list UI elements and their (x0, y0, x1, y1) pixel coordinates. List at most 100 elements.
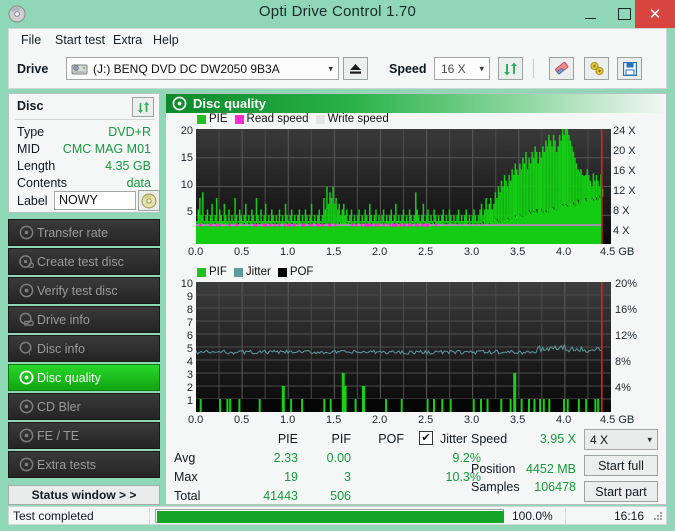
disc-length-value: 4.35 GB (105, 159, 151, 173)
legend-label-pif: PIF (209, 266, 227, 278)
sidebar-item-drive-info[interactable]: Drive info (8, 306, 160, 333)
sidebar-item-cd-bler[interactable]: CD Bler (8, 393, 160, 420)
cd-disc-icon (141, 193, 157, 208)
refresh-button[interactable] (498, 57, 523, 80)
legend-label-pie: PIE (209, 113, 228, 125)
progress-bar (155, 509, 504, 523)
pif-xtick-5: 2.5 (418, 414, 434, 426)
legend-swatch-pof (277, 267, 287, 277)
eject-icon (350, 63, 361, 74)
title-bar: Opti Drive Control 1.70 ✕ (0, 0, 675, 28)
sidebar-item-extra-tests[interactable]: Extra tests (8, 451, 160, 478)
pie-y2tick-24x: 24 X (613, 125, 636, 137)
disc-contents-value: data (126, 176, 151, 190)
disc-info-panel: Disc Type DVD+R MID CMC MAG M01 Length 4… (8, 93, 160, 213)
samples-readout-value: 106478 (534, 480, 576, 494)
start-part-button[interactable]: Start part (584, 481, 658, 502)
legend-swatch-pie (197, 114, 206, 124)
stats-panel: PIE PIF POF ✔ Jitter Avg 2.33 0.00 9.2% … (166, 429, 666, 504)
pif-xtick-6: 3.0 (464, 414, 480, 426)
pie-xtick-1: 0.5 (234, 246, 250, 258)
save-button[interactable] (617, 57, 642, 80)
tools-button[interactable] (584, 57, 609, 80)
legend-swatch-pif (197, 267, 206, 277)
sidebar-item-transfer-rate[interactable]: Transfer rate (8, 219, 160, 246)
refresh-icon (504, 62, 517, 75)
menu-item-file[interactable]: File (17, 32, 45, 48)
stats-col-jitter: Jitter (440, 432, 468, 446)
sidebar-item-disc-quality[interactable]: Disc quality (8, 364, 160, 391)
disc-panel-divider (15, 119, 155, 120)
stats-avg-pie: 2.33 (273, 451, 298, 465)
drive-select[interactable]: (J:) BENQ DVD DC DW2050 9B3A ▾ (66, 57, 339, 80)
resize-grip[interactable] (653, 512, 663, 522)
pie-y2tick-8x: 8 X (613, 205, 630, 217)
position-readout-label: Position (471, 462, 516, 476)
drive-icon (71, 62, 88, 80)
status-window-button[interactable]: Status window > > (8, 485, 160, 505)
legend-label-write-speed: Write speed (327, 113, 389, 125)
erase-button[interactable] (549, 57, 574, 80)
pie-ytick-5: 5 (186, 206, 193, 218)
sidebar-item-label: Create test disc (37, 254, 124, 269)
pie-xtick-6: 3.0 (464, 246, 480, 258)
menu-item-start-test[interactable]: Start test (51, 32, 109, 48)
eject-button[interactable] (343, 57, 368, 80)
disc-icon (15, 399, 37, 414)
stats-row-avg-label: Avg (174, 451, 196, 465)
pif-xtick-9: 4.5 GB (600, 414, 635, 426)
disc-mid-label: MID (17, 142, 40, 156)
stats-row-max-label: Max (174, 470, 198, 484)
stats-col-pie: PIE (277, 432, 298, 446)
menu-item-help[interactable]: Help (149, 32, 183, 48)
pie-ytick-10: 10 (180, 179, 193, 191)
pif-ytick-3: 3 (186, 369, 193, 381)
start-full-button[interactable]: Start full (584, 455, 658, 476)
legend-label-pof: POF (289, 266, 314, 278)
test-speed-select[interactable]: 4 X ▾ (584, 429, 658, 450)
pie-xtick-9: 4.5 GB (600, 246, 635, 258)
pie-ytick-20: 20 (180, 125, 193, 137)
menu-item-extra[interactable]: Extra (109, 32, 146, 48)
pif-y2tick-12pct: 12% (615, 330, 638, 342)
disc-info-icon: i (15, 341, 37, 356)
speed-label: Speed (389, 62, 427, 76)
minimize-button[interactable] (573, 0, 607, 28)
pif-y2tick-8pct: 8% (615, 356, 631, 368)
sidebar-item-label: Drive info (37, 312, 90, 327)
disc-label-button[interactable] (138, 190, 160, 211)
legend-swatch-read-speed (234, 114, 244, 124)
disc-label-input[interactable]: NOWY (54, 191, 136, 210)
pif-ytick-1: 1 (186, 395, 193, 407)
pif-ytick-4: 4 (186, 356, 193, 368)
pie-y2tick-12x: 12 X (613, 185, 636, 197)
sidebar-item-label: FE / TE (37, 428, 80, 443)
disc-refresh-button[interactable] (132, 97, 154, 117)
disc-length-label: Length (17, 159, 56, 173)
sidebar-item-verify-test-disc[interactable]: Verify test disc (8, 277, 160, 304)
pif-ytick-8: 8 (186, 304, 193, 316)
pie-ytick-15: 15 (180, 152, 193, 164)
disc-write-icon (15, 254, 37, 269)
chevron-down-icon: ▾ (647, 434, 652, 444)
sidebar-item-label: Disc quality (37, 370, 101, 385)
pif-ytick-5: 5 (186, 343, 193, 355)
sidebar-item-disc-info[interactable]: i Disc info (8, 335, 160, 362)
stats-max-pie: 19 (284, 470, 298, 484)
pie-chart: PIE Read speed Write speed 20 15 10 5 24… (166, 113, 666, 268)
pie-xtick-0: 0.0 (188, 246, 204, 258)
speed-select[interactable]: 16 X ▾ (434, 57, 490, 80)
pif-y2tick-20pct: 20% (615, 278, 638, 290)
speed-readout-value: 3.95 X (539, 432, 576, 446)
test-speed-value: 4 X (590, 432, 609, 447)
sidebar-item-create-test-disc[interactable]: Create test disc (8, 248, 160, 275)
pif-ytick-9: 9 (186, 291, 193, 303)
progress-bar-fill (157, 511, 504, 523)
jitter-checkbox[interactable]: ✔ (419, 431, 433, 445)
sidebar-item-fe-te[interactable]: FE / TE (8, 422, 160, 449)
close-button[interactable]: ✕ (635, 0, 675, 28)
speed-readout-label: Speed (471, 432, 508, 446)
sidebar-item-label: Extra tests (37, 457, 97, 472)
speed-select-value: 16 X (441, 61, 466, 76)
drive-label: Drive (17, 62, 49, 76)
